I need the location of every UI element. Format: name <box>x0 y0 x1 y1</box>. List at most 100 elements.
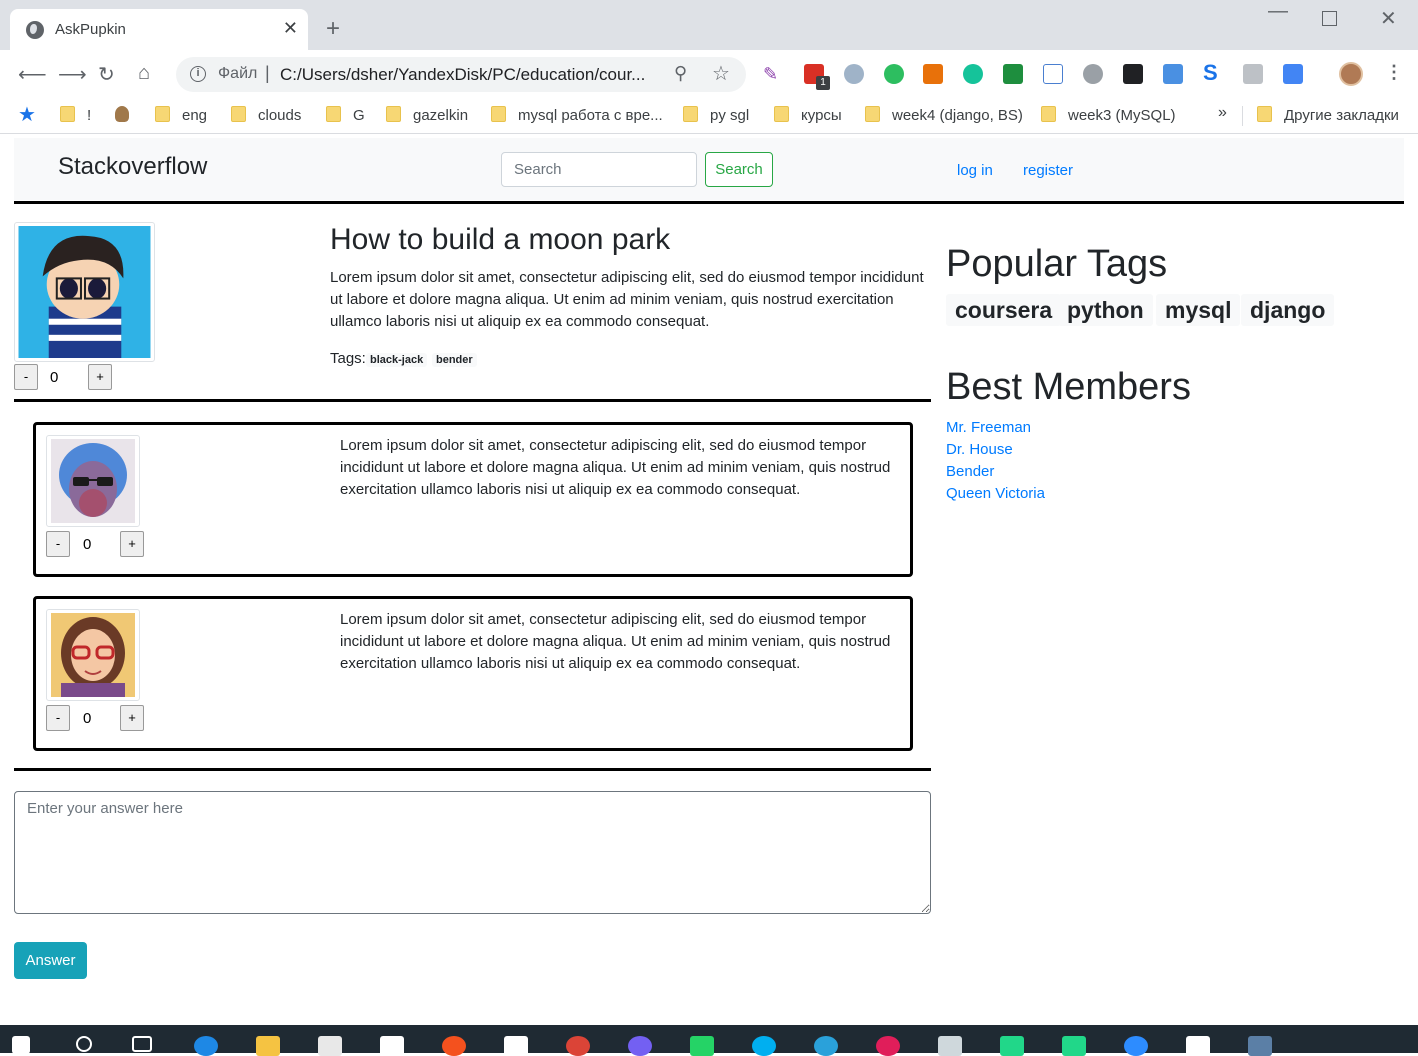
office-extension-icon[interactable] <box>923 64 943 84</box>
zoom-app-icon[interactable] <box>1124 1036 1148 1056</box>
v-blue-extension-icon[interactable] <box>1163 64 1183 84</box>
bookmark-star-icon[interactable]: ☆ <box>712 61 730 86</box>
slack-icon[interactable] <box>876 1036 900 1056</box>
bookmark-item[interactable]: gazelkin <box>386 106 468 124</box>
search-input[interactable] <box>501 152 697 187</box>
bookmarks-star-icon[interactable]: ★ <box>18 102 36 127</box>
question-tag[interactable]: black-jack <box>366 353 428 367</box>
bookmarks-overflow-button[interactable]: » <box>1218 104 1227 122</box>
answer-author-avatar <box>46 609 140 701</box>
mail-icon[interactable] <box>380 1036 404 1056</box>
on-extension-icon[interactable] <box>1003 64 1023 84</box>
calculator-icon[interactable] <box>504 1036 528 1056</box>
bookmark-item[interactable]: clouds <box>231 106 301 124</box>
window-close-icon[interactable]: ✕ <box>1380 6 1397 31</box>
info-icon[interactable]: i <box>190 66 206 82</box>
bookmark-item[interactable]: курсы <box>774 106 842 124</box>
pycharm-icon[interactable] <box>1062 1036 1086 1056</box>
folder-icon <box>1041 106 1056 122</box>
cloud-extension-icon[interactable] <box>844 64 864 84</box>
bookmark-item[interactable]: G <box>326 106 365 124</box>
forward-icon[interactable]: ⟶ <box>58 62 87 87</box>
windows-start-icon[interactable] <box>12 1036 30 1054</box>
answer-vote-up-button[interactable]: + <box>120 705 144 731</box>
maximize-icon[interactable] <box>1322 11 1337 26</box>
store-icon[interactable] <box>318 1036 342 1056</box>
notebook-extension-icon[interactable] <box>1043 64 1063 84</box>
close-tab-icon[interactable]: ✕ <box>283 18 298 39</box>
bookmark-item[interactable]: py sgl <box>683 106 749 124</box>
browser-toolbar: ⟵ ⟶ ↻ ⌂ i Файл | C:/Users/dsher/YandexDi… <box>0 50 1418 98</box>
monitor-icon[interactable] <box>938 1036 962 1056</box>
grammarly-extension-icon[interactable] <box>963 64 983 84</box>
menu-icon[interactable]: ⋮ <box>1385 62 1403 83</box>
popular-tag[interactable]: django <box>1241 294 1335 326</box>
extension-badge: 1 <box>816 76 830 90</box>
evernote-extension-icon[interactable] <box>884 64 904 84</box>
answer-vote-down-button[interactable]: - <box>46 531 70 557</box>
member-link[interactable]: Queen Victoria <box>946 485 1045 502</box>
whatsapp-icon[interactable] <box>690 1036 714 1056</box>
bookmark-item[interactable]: week4 (django, BS) <box>865 106 1023 124</box>
chrome-icon[interactable] <box>566 1036 590 1056</box>
popular-tag[interactable]: mysql <box>1156 294 1241 326</box>
search-icon[interactable] <box>76 1036 92 1052</box>
login-link[interactable]: log in <box>957 162 993 179</box>
home-icon[interactable]: ⌂ <box>138 62 150 85</box>
answer-vote-down-button[interactable]: - <box>46 705 70 731</box>
reload-icon[interactable]: ↻ <box>98 62 115 87</box>
question-vote-up-button[interactable]: + <box>88 364 112 390</box>
register-link[interactable]: register <box>1023 162 1073 179</box>
mysql-workbench-icon[interactable] <box>1248 1036 1272 1056</box>
pdf-extension-icon[interactable] <box>1243 64 1263 84</box>
telegram-icon[interactable] <box>814 1036 838 1056</box>
globe-extension-icon[interactable] <box>1083 64 1103 84</box>
minimize-icon[interactable]: — <box>1268 0 1288 23</box>
edge-icon[interactable] <box>194 1036 218 1056</box>
question-vote-down-button[interactable]: - <box>14 364 38 390</box>
site-brand[interactable]: Stackoverflow <box>58 153 207 181</box>
v-dark-extension-icon[interactable] <box>1123 64 1143 84</box>
answers-divider <box>14 768 931 771</box>
answer-input[interactable] <box>14 791 931 914</box>
browser-tab[interactable]: AskPupkin ✕ <box>10 9 308 50</box>
zoom-icon[interactable]: ⚲ <box>674 63 687 84</box>
bookmark-item[interactable]: week3 (MySQL) <box>1041 106 1176 124</box>
pycharm-icon[interactable] <box>1000 1036 1024 1056</box>
member-link[interactable]: Mr. Freeman <box>946 419 1031 436</box>
bookmark-item[interactable]: ! <box>60 106 91 124</box>
question-tag[interactable]: bender <box>432 353 477 367</box>
member-link[interactable]: Bender <box>946 463 994 480</box>
url-text[interactable]: C:/Users/dsher/YandexDisk/PC/education/c… <box>280 65 660 85</box>
viber-icon[interactable] <box>628 1036 652 1056</box>
submit-answer-button[interactable]: Answer <box>14 942 87 979</box>
lion-avatar-image <box>51 439 135 523</box>
app-icon[interactable] <box>442 1036 466 1056</box>
member-link[interactable]: Dr. House <box>946 441 1013 458</box>
new-tab-button[interactable]: + <box>326 15 340 43</box>
search-button[interactable]: Search <box>705 152 773 187</box>
file-explorer-icon[interactable] <box>256 1036 280 1056</box>
bookmark-item[interactable]: mysql работа с вре... <box>491 106 663 124</box>
back-icon[interactable]: ⟵ <box>18 62 47 87</box>
popular-tag[interactable]: coursera <box>946 294 1062 326</box>
folder-icon <box>231 106 246 122</box>
task-view-icon[interactable] <box>132 1036 152 1052</box>
question-title: How to build a moon park <box>330 223 671 256</box>
profile-avatar[interactable] <box>1339 62 1363 86</box>
popular-tag[interactable]: python <box>1058 294 1153 326</box>
question-body: Lorem ipsum dolor sit amet, consectetur … <box>330 269 924 330</box>
answer-body: Lorem ipsum dolor sit amet, consectetur … <box>340 611 891 672</box>
s-extension-icon[interactable]: S <box>1203 60 1223 85</box>
other-bookmarks[interactable]: Другие закладки <box>1257 106 1399 124</box>
quill-extension-icon[interactable]: ✎ <box>763 64 783 84</box>
folder-icon <box>491 106 506 122</box>
translate-extension-icon[interactable] <box>1283 64 1303 84</box>
bookmark-item[interactable] <box>115 106 129 124</box>
photos-icon[interactable] <box>1186 1036 1210 1056</box>
skype-icon[interactable] <box>752 1036 776 1056</box>
cartoon-avatar-image <box>18 226 151 358</box>
answer-vote-up-button[interactable]: + <box>120 531 144 557</box>
address-bar[interactable]: i Файл | C:/Users/dsher/YandexDisk/PC/ed… <box>176 57 746 92</box>
bookmark-item[interactable]: eng <box>155 106 207 124</box>
